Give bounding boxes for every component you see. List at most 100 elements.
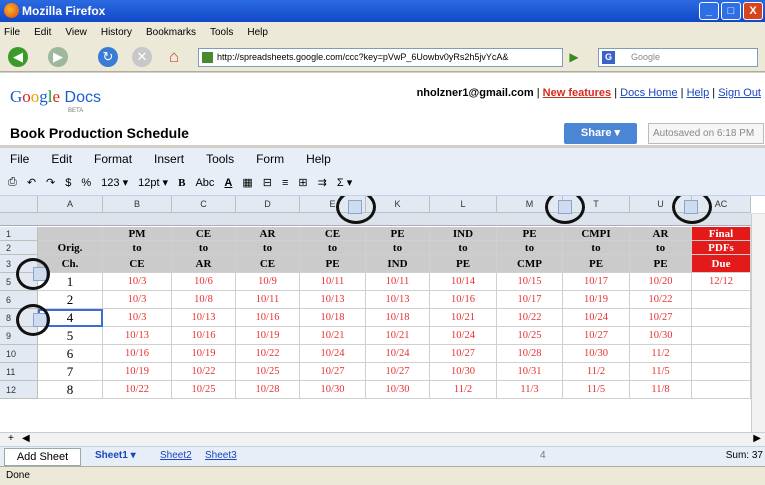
app-menu-edit[interactable]: Edit xyxy=(51,152,72,166)
menu-history[interactable]: History xyxy=(101,27,132,38)
header-cell[interactable]: to xyxy=(300,241,366,255)
forward-icon[interactable]: ▶ xyxy=(48,47,68,67)
header-cell[interactable]: to xyxy=(430,241,497,255)
row-header-2[interactable]: 2 xyxy=(0,241,38,255)
row-header-11[interactable]: 11 xyxy=(0,363,38,381)
number-format-dropdown[interactable]: 123 ▾ xyxy=(101,176,128,189)
header-cell[interactable]: to xyxy=(630,241,692,255)
scroll-left-icon[interactable]: ◀ xyxy=(22,433,30,444)
header-cell[interactable]: PE xyxy=(497,227,563,241)
data-cell[interactable]: 10/19 xyxy=(236,327,300,345)
data-cell[interactable] xyxy=(692,345,751,363)
minimize-button[interactable]: _ xyxy=(699,2,719,20)
header-cell[interactable]: PE xyxy=(630,255,692,273)
row-header-10[interactable]: 10 xyxy=(0,345,38,363)
data-cell[interactable]: 10/14 xyxy=(430,273,497,291)
header-cell[interactable]: CMPI xyxy=(563,227,630,241)
borders-icon[interactable]: ⊟ xyxy=(263,176,272,189)
align-icon[interactable]: ≡ xyxy=(282,177,288,189)
row-header-1[interactable]: 1 xyxy=(0,227,38,241)
column-header-b[interactable]: B xyxy=(103,196,172,213)
maximize-button[interactable]: □ xyxy=(721,2,741,20)
app-menu-format[interactable]: Format xyxy=(94,152,132,166)
data-cell[interactable]: 11/5 xyxy=(563,381,630,399)
row-header-12[interactable]: 12 xyxy=(0,381,38,399)
app-menu-insert[interactable]: Insert xyxy=(154,152,184,166)
data-cell[interactable]: 10/24 xyxy=(563,309,630,327)
data-cell[interactable]: 10/22 xyxy=(103,381,172,399)
header-cell[interactable]: to xyxy=(103,241,172,255)
data-cell[interactable]: 10/24 xyxy=(430,327,497,345)
menu-file[interactable]: File xyxy=(4,27,20,38)
data-cell[interactable]: 10/24 xyxy=(300,345,366,363)
data-cell[interactable]: 10/8 xyxy=(172,291,236,309)
data-cell[interactable]: 10/30 xyxy=(366,381,430,399)
data-cell[interactable]: 10/19 xyxy=(563,291,630,309)
data-cell[interactable]: 11/3 xyxy=(497,381,563,399)
select-all-corner[interactable] xyxy=(0,196,38,213)
tab-sheet3[interactable]: Sheet3 xyxy=(205,450,237,461)
data-cell[interactable]: 10/17 xyxy=(497,291,563,309)
data-cell[interactable]: 6 xyxy=(38,345,103,363)
data-cell[interactable]: 10/11 xyxy=(366,273,430,291)
column-header-l[interactable]: L xyxy=(430,196,497,213)
home-icon[interactable]: ⌂ xyxy=(164,47,184,67)
menu-bookmarks[interactable]: Bookmarks xyxy=(146,27,196,38)
data-cell[interactable]: 10/11 xyxy=(300,273,366,291)
data-cell[interactable]: 10/15 xyxy=(497,273,563,291)
menu-tools[interactable]: Tools xyxy=(210,27,233,38)
redo-icon[interactable]: ↷ xyxy=(46,176,55,189)
data-cell[interactable]: 8 xyxy=(38,381,103,399)
data-cell[interactable]: 10/6 xyxy=(172,273,236,291)
data-cell[interactable]: 10/21 xyxy=(300,327,366,345)
data-cell[interactable]: 10/16 xyxy=(103,345,172,363)
data-cell[interactable] xyxy=(692,381,751,399)
data-cell[interactable]: 10/19 xyxy=(172,345,236,363)
go-icon[interactable]: ▶ xyxy=(565,48,583,67)
data-cell[interactable]: 10/24 xyxy=(366,345,430,363)
header-cell[interactable]: CE xyxy=(236,255,300,273)
docs-home-link[interactable]: Docs Home xyxy=(620,87,677,99)
data-cell[interactable]: 10/27 xyxy=(563,327,630,345)
data-cell[interactable]: 10/30 xyxy=(300,381,366,399)
data-cell[interactable]: 10/13 xyxy=(300,291,366,309)
data-cell[interactable]: 10/30 xyxy=(430,363,497,381)
help-link[interactable]: Help xyxy=(687,87,710,99)
header-cell[interactable]: PDFs xyxy=(692,241,751,255)
header-cell[interactable]: AR xyxy=(630,227,692,241)
header-cell[interactable]: IND xyxy=(366,255,430,273)
close-button[interactable]: X xyxy=(743,2,763,20)
header-cell[interactable]: PE xyxy=(430,255,497,273)
print-icon[interactable]: ⎙ xyxy=(8,176,17,189)
header-cell[interactable]: Final xyxy=(692,227,751,241)
back-icon[interactable]: ◀ xyxy=(8,47,28,67)
data-cell[interactable]: 11/2 xyxy=(430,381,497,399)
data-cell[interactable]: 10/9 xyxy=(236,273,300,291)
data-cell[interactable] xyxy=(692,363,751,381)
app-menu-file[interactable]: File xyxy=(10,152,29,166)
data-cell[interactable]: 10/25 xyxy=(497,327,563,345)
font-size-dropdown[interactable]: 12pt ▾ xyxy=(138,176,168,189)
header-cell[interactable]: CMP xyxy=(497,255,563,273)
data-cell[interactable]: 10/16 xyxy=(430,291,497,309)
tab-sheet2[interactable]: Sheet2 xyxy=(160,450,192,461)
data-cell[interactable]: 10/18 xyxy=(366,309,430,327)
data-cell[interactable] xyxy=(692,291,751,309)
sum-button[interactable]: Σ ▾ xyxy=(337,176,352,189)
data-cell[interactable]: 10/3 xyxy=(103,309,172,327)
strikethrough-button[interactable]: Abc xyxy=(195,177,214,189)
document-title[interactable]: Book Production Schedule xyxy=(10,125,189,141)
data-cell[interactable]: 10/21 xyxy=(366,327,430,345)
data-cell[interactable]: 10/22 xyxy=(172,363,236,381)
data-cell[interactable]: 10/22 xyxy=(236,345,300,363)
percent-button[interactable]: % xyxy=(81,177,91,189)
data-cell[interactable]: 10/28 xyxy=(497,345,563,363)
data-cell[interactable]: 10/13 xyxy=(366,291,430,309)
vertical-scrollbar[interactable] xyxy=(751,214,765,432)
data-cell[interactable]: 10/11 xyxy=(236,291,300,309)
wrap-icon[interactable]: ⇉ xyxy=(318,176,327,189)
header-cell[interactable]: to xyxy=(497,241,563,255)
header-cell[interactable]: CE xyxy=(300,227,366,241)
data-cell[interactable]: 10/25 xyxy=(236,363,300,381)
scroll-right-icon[interactable]: ▶ xyxy=(753,433,761,444)
